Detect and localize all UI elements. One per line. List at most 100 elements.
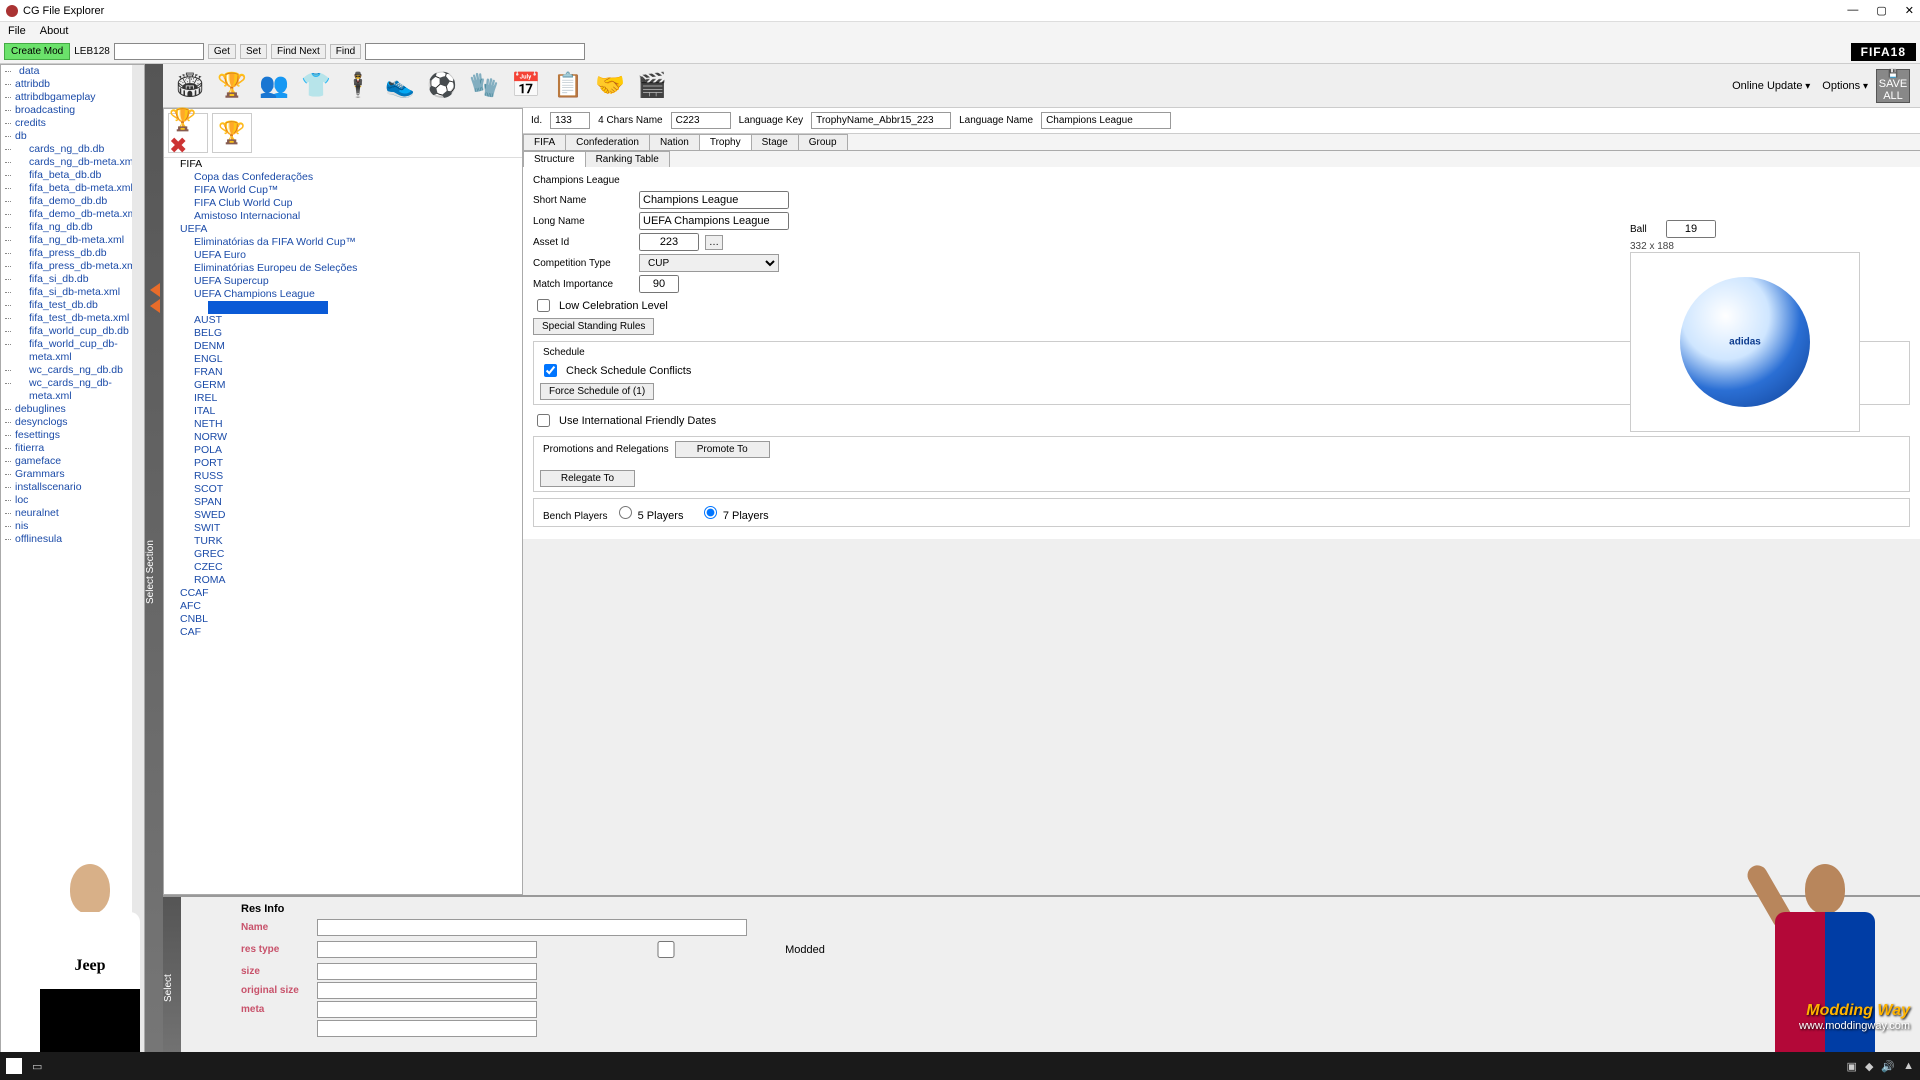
tab-group[interactable]: Group bbox=[798, 134, 848, 150]
trophy-tree[interactable]: FIFACopa das ConfederaçõesFIFA World Cup… bbox=[164, 157, 522, 894]
meta-input[interactable] bbox=[317, 1001, 537, 1018]
trophy-tree-item[interactable]: ITAL bbox=[164, 405, 522, 418]
trophy-tree-item[interactable]: SWED bbox=[164, 509, 522, 522]
trophy-gold-icon[interactable]: 🏆 bbox=[212, 113, 252, 153]
options-menu[interactable]: Options ▾ bbox=[1818, 78, 1872, 94]
find-button[interactable]: Find bbox=[330, 44, 361, 59]
findnext-button[interactable]: Find Next bbox=[271, 44, 326, 59]
modded-checkbox[interactable] bbox=[556, 941, 776, 958]
trophy-tree-item[interactable]: UEFA Supercup bbox=[164, 275, 522, 288]
trophy-tree-item[interactable]: Copa das Confederações bbox=[164, 171, 522, 184]
intldates-checkbox[interactable] bbox=[537, 414, 550, 427]
tree-item[interactable]: cards_ng_db-meta.xml bbox=[1, 156, 144, 169]
tree-item[interactable]: offlinesula bbox=[1, 533, 144, 546]
file-tree[interactable]: dataattribdbattribdbgameplaybroadcasting… bbox=[0, 64, 145, 1080]
handshake-icon[interactable]: 🤝 bbox=[593, 69, 627, 103]
trophy-tree-item[interactable]: NORW bbox=[164, 431, 522, 444]
tree-item[interactable]: loc bbox=[1, 494, 144, 507]
tree-item[interactable]: fesettings bbox=[1, 429, 144, 442]
trophy-tree-item[interactable]: Eliminatórias Europeu de Seleções bbox=[164, 262, 522, 275]
create-mod-button[interactable]: Create Mod bbox=[4, 43, 70, 60]
tree-item[interactable]: fifa_si_db-meta.xml bbox=[1, 286, 144, 299]
tray-icon[interactable]: 🔊 bbox=[1881, 1060, 1895, 1073]
tree-item[interactable]: nis bbox=[1, 520, 144, 533]
promote-button[interactable]: Promote To bbox=[675, 441, 770, 458]
tray-icon[interactable]: ▲ bbox=[1903, 1060, 1914, 1072]
trophy-tree-item[interactable]: CNBL bbox=[164, 613, 522, 626]
trophy-tree-item[interactable]: SPAN bbox=[164, 496, 522, 509]
tree-item[interactable]: debuglines bbox=[1, 403, 144, 416]
clipboard-icon[interactable]: 📋 bbox=[551, 69, 585, 103]
bench5-radio[interactable]: 5 Players bbox=[614, 510, 684, 522]
tree-item[interactable]: wc_cards_ng_db.db bbox=[1, 364, 144, 377]
tree-item[interactable]: fifa_demo_db-meta.xml bbox=[1, 208, 144, 221]
trophy-tree-item[interactable]: ROMA bbox=[164, 574, 522, 587]
kit-icon[interactable]: 👕 bbox=[299, 69, 333, 103]
trophy-tree-item[interactable]: CZEC bbox=[164, 561, 522, 574]
leb-input[interactable] bbox=[114, 43, 204, 60]
ball-input[interactable] bbox=[1666, 220, 1716, 238]
trophy-tree-item[interactable]: AUST bbox=[164, 314, 522, 327]
tree-item[interactable]: fifa_beta_db.db bbox=[1, 169, 144, 182]
langname-input[interactable] bbox=[1041, 112, 1171, 129]
tree-item[interactable]: fifa_si_db.db bbox=[1, 273, 144, 286]
boot-icon[interactable]: 👟 bbox=[383, 69, 417, 103]
tree-item[interactable]: broadcasting bbox=[1, 104, 144, 117]
tab-trophy[interactable]: Trophy bbox=[699, 134, 752, 150]
id-input[interactable] bbox=[550, 112, 590, 129]
tray-icon[interactable]: ▣ bbox=[1847, 1060, 1857, 1073]
tab-nation[interactable]: Nation bbox=[649, 134, 700, 150]
langkey-input[interactable] bbox=[811, 112, 951, 129]
tree-scrollbar[interactable] bbox=[132, 65, 144, 1063]
comptype-select[interactable]: CUP bbox=[639, 254, 779, 272]
relegate-button[interactable]: Relegate To bbox=[540, 470, 635, 487]
trophy-tree-item[interactable]: SWIT bbox=[164, 522, 522, 535]
trophy-tree-item[interactable]: BELG bbox=[164, 327, 522, 340]
tree-item[interactable]: fifa_world_cup_db-meta.xml bbox=[1, 338, 144, 364]
trophy-tree-item[interactable]: DENM bbox=[164, 340, 522, 353]
extra-input[interactable] bbox=[317, 1020, 537, 1037]
subtab-structure[interactable]: Structure bbox=[523, 151, 586, 167]
shortname-input[interactable] bbox=[639, 191, 789, 209]
checksched-checkbox[interactable] bbox=[544, 364, 557, 377]
trophy-tree-item[interactable]: UEFA Euro bbox=[164, 249, 522, 262]
tray-icon[interactable]: ◆ bbox=[1865, 1060, 1873, 1073]
trophy-tree-item[interactable]: UEFA bbox=[164, 223, 522, 236]
tree-item[interactable]: fifa_test_db.db bbox=[1, 299, 144, 312]
matchimp-input[interactable] bbox=[639, 275, 679, 293]
glove-icon[interactable]: 🧤 bbox=[467, 69, 501, 103]
taskbar[interactable]: ▭ ▣ ◆ 🔊 ▲ bbox=[0, 1052, 1920, 1080]
tree-item[interactable]: desynclogs bbox=[1, 416, 144, 429]
stadium-icon[interactable]: 🏟 bbox=[173, 69, 207, 103]
trophy-tree-item[interactable]: Eliminatórias da FIFA World Cup™ bbox=[164, 236, 522, 249]
delete-trophy-icon[interactable]: 🏆✖ bbox=[168, 113, 208, 153]
tree-item[interactable]: wc_cards_ng_db-meta.xml bbox=[1, 377, 144, 403]
asset-browse-button[interactable]: … bbox=[705, 235, 723, 250]
tree-item[interactable]: neuralnet bbox=[1, 507, 144, 520]
tab-stage[interactable]: Stage bbox=[751, 134, 799, 150]
select-section-tab[interactable]: Select Section bbox=[145, 64, 163, 1080]
tree-item[interactable]: fifa_demo_db.db bbox=[1, 195, 144, 208]
tree-item[interactable]: installscenario bbox=[1, 481, 144, 494]
start-icon[interactable] bbox=[6, 1058, 22, 1074]
longname-input[interactable] bbox=[639, 212, 789, 230]
trophy-tree-item[interactable]: FIFA bbox=[164, 158, 522, 171]
trophy-tree-item[interactable]: FIFA World Cup™ bbox=[164, 184, 522, 197]
tree-item[interactable]: fifa_ng_db-meta.xml bbox=[1, 234, 144, 247]
set-button[interactable]: Set bbox=[240, 44, 267, 59]
tree-item[interactable]: db bbox=[1, 130, 144, 143]
forcesched-button[interactable]: Force Schedule of (1) bbox=[540, 383, 654, 400]
bench7-radio[interactable]: 7 Players bbox=[699, 510, 769, 522]
tree-item[interactable]: attribdb bbox=[1, 78, 144, 91]
trophy-tree-item[interactable]: FRAN bbox=[164, 366, 522, 379]
trophy-tree-item[interactable]: NETH bbox=[164, 418, 522, 431]
trophy-tree-item[interactable]: PORT bbox=[164, 457, 522, 470]
tab-fifa[interactable]: FIFA bbox=[523, 134, 566, 150]
nav-arrows[interactable] bbox=[150, 281, 160, 315]
menu-about[interactable]: About bbox=[40, 25, 69, 37]
save-all-button[interactable]: 💾SAVE ALL bbox=[1876, 69, 1910, 103]
lowceleb-checkbox[interactable] bbox=[537, 299, 550, 312]
trophy-tree-item[interactable]: FIFA Club World Cup bbox=[164, 197, 522, 210]
asset-input[interactable] bbox=[639, 233, 699, 251]
tree-item[interactable]: fifa_press_db-meta.xml bbox=[1, 260, 144, 273]
